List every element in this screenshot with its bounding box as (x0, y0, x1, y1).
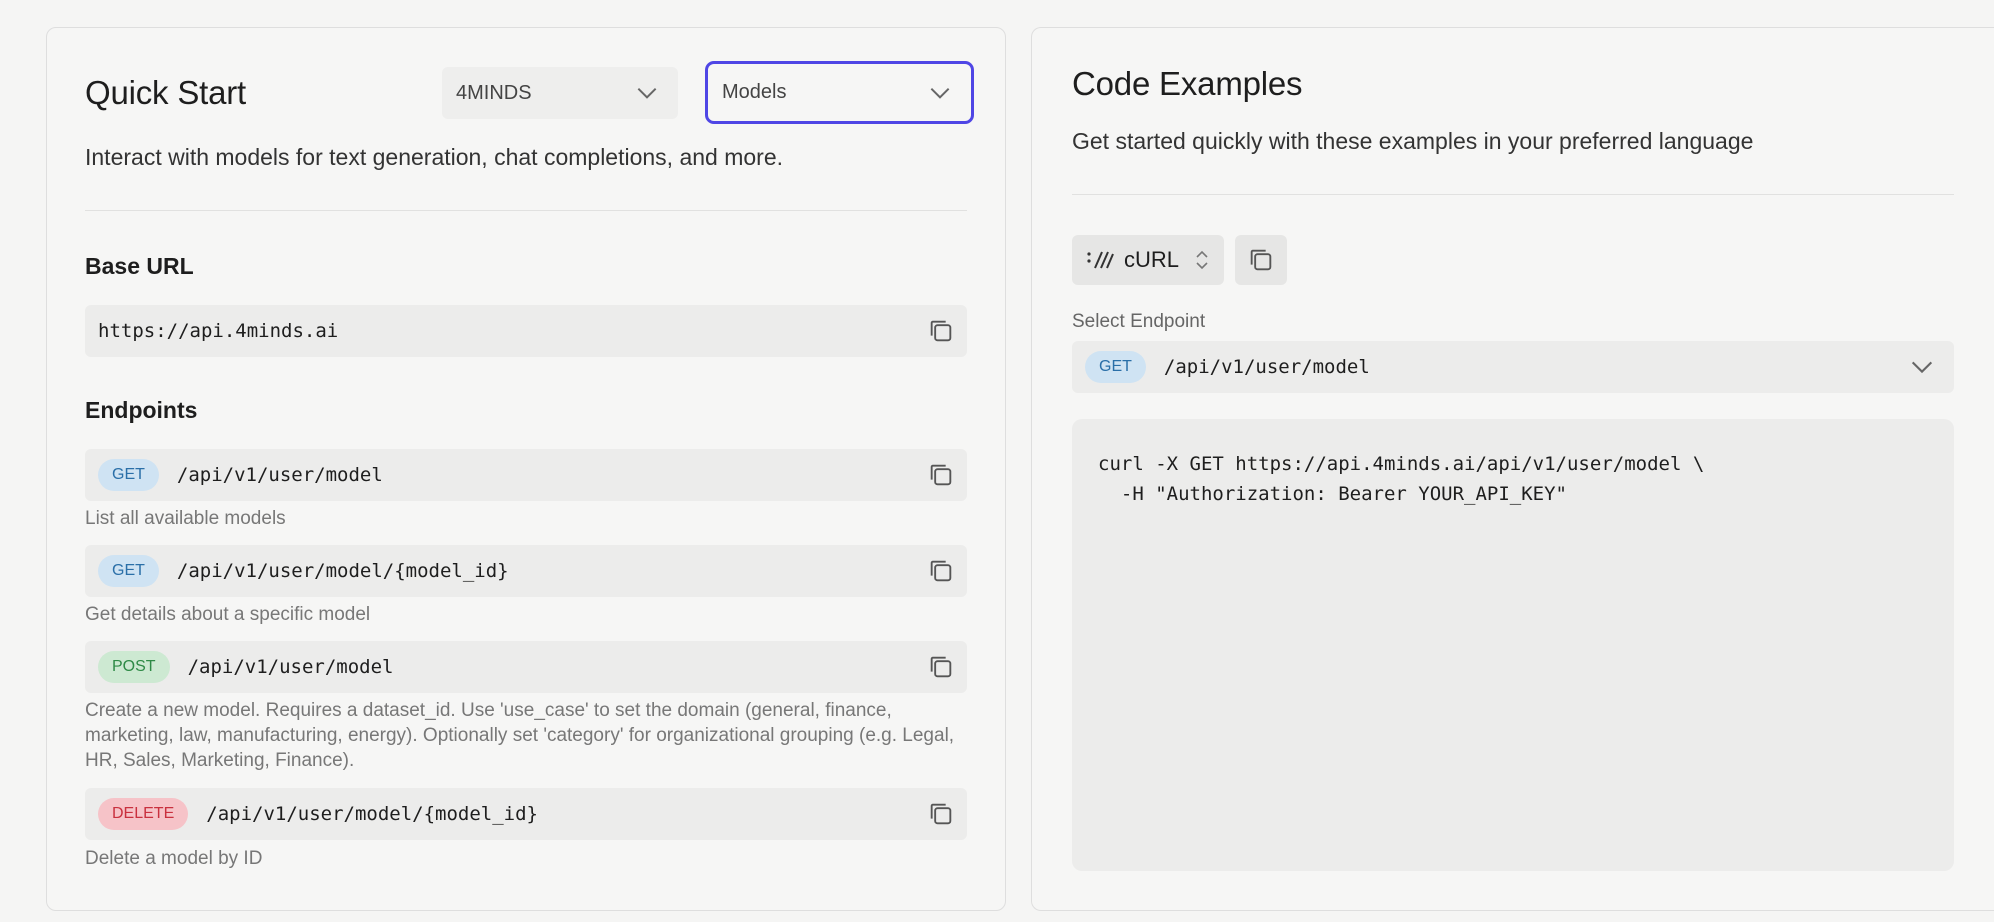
org-select-value: 4MINDS (456, 81, 532, 104)
copy-icon (1250, 249, 1272, 271)
curl-icon (1087, 251, 1114, 269)
endpoint-path: /api/v1/user/model/{model_id} (176, 560, 509, 582)
endpoints-title: Endpoints (85, 397, 198, 423)
code-examples-description: Get started quickly with these examples … (1072, 128, 1754, 154)
chevron-down-icon (930, 87, 950, 99)
copy-code-button[interactable] (1235, 235, 1287, 285)
copy-icon[interactable] (927, 461, 955, 489)
endpoint-description: List all available models (85, 508, 286, 529)
chevron-down-icon (637, 87, 657, 99)
selected-endpoint-path: /api/v1/user/model (1163, 356, 1370, 378)
method-badge: POST (98, 651, 170, 683)
code-examples-panel: Code Examples Get started quickly with t… (1031, 27, 1994, 911)
divider (85, 210, 967, 211)
copy-icon[interactable] (927, 653, 955, 681)
method-badge: GET (98, 459, 159, 491)
code-examples-title: Code Examples (1072, 65, 1303, 102)
chevron-down-icon (1911, 361, 1933, 374)
endpoint-path: /api/v1/user/model (176, 464, 383, 486)
method-badge: GET (1085, 351, 1146, 383)
copy-icon[interactable] (927, 317, 955, 345)
divider (1072, 194, 1954, 195)
resource-select-value: Models (722, 81, 787, 103)
endpoint-row: GET /api/v1/user/model (85, 449, 967, 501)
endpoint-row: POST /api/v1/user/model (85, 641, 967, 693)
language-select[interactable]: cURL (1072, 235, 1224, 285)
base-url-value: https://api.4minds.ai (98, 320, 339, 342)
resource-select[interactable]: Models (705, 61, 974, 124)
code-snippet: curl -X GET https://api.4minds.ai/api/v1… (1098, 453, 1705, 505)
method-badge: DELETE (98, 798, 189, 830)
quick-start-description: Interact with models for text generation… (85, 144, 784, 170)
language-label: cURL (1124, 247, 1180, 272)
endpoint-description: Delete a model by ID (85, 848, 263, 869)
endpoint-row: DELETE /api/v1/user/model/{model_id} (85, 788, 967, 840)
method-badge: GET (98, 555, 159, 587)
org-select[interactable]: 4MINDS (442, 67, 678, 119)
base-url-title: Base URL (85, 253, 194, 279)
chevron-up-down-icon (1196, 250, 1208, 270)
endpoint-description: Create a new model. Requires a dataset_i… (85, 700, 955, 771)
endpoint-select[interactable]: GET /api/v1/user/model (1072, 341, 1954, 393)
endpoint-path: /api/v1/user/model (187, 656, 394, 678)
quick-start-panel: Quick Start 4MINDS Models Interact with … (46, 27, 1006, 911)
copy-icon[interactable] (927, 557, 955, 585)
endpoint-description: Get details about a specific model (85, 604, 371, 625)
copy-icon[interactable] (927, 800, 955, 828)
endpoint-row: GET /api/v1/user/model/{model_id} (85, 545, 967, 597)
code-block: curl -X GET https://api.4minds.ai/api/v1… (1072, 419, 1954, 871)
quick-start-title: Quick Start (85, 74, 247, 111)
endpoint-path: /api/v1/user/model/{model_id} (206, 803, 538, 825)
select-endpoint-label: Select Endpoint (1072, 311, 1206, 332)
base-url-box: https://api.4minds.ai (85, 305, 967, 357)
